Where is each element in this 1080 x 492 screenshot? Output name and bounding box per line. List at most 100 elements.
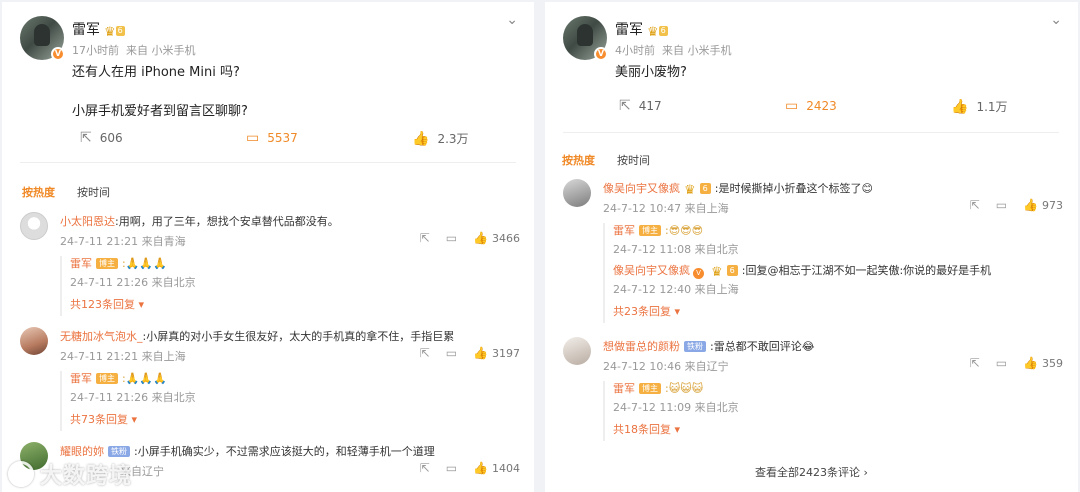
more-replies-link[interactable]: 共123条回复 ▾ [70,296,196,316]
comment-icon: ▭ [246,130,260,146]
share-icon[interactable]: ⇱ [420,346,430,360]
commenter-avatar[interactable] [20,212,48,240]
view-all-comments-link[interactable]: 查看全部2423条评论 › [545,464,1078,480]
comment-item: 像吴向宇又像疯 ♛ 6:是时候撕掉小折叠这个标签了😊 24-7-12 10:47 来… [563,179,1063,329]
more-replies-link[interactable]: 共23条回复 ▾ [613,303,991,323]
share-icon[interactable]: ⇱ [970,356,980,370]
reply-author[interactable]: 雷军 [70,257,92,270]
sort-tabs: 按热度 按时间 [22,184,110,200]
repost-button[interactable]: ⇱ 606 [80,130,123,146]
more-replies-link[interactable]: 共73条回复 ▾ [70,411,196,431]
commenter-avatar[interactable] [563,179,591,207]
chevron-down-icon[interactable]: ⌄ [1050,12,1062,28]
thumbs-up-icon[interactable]: 👍 [473,346,488,360]
comment-actions: ⇱ ▭ 👍 3197 [404,346,520,360]
commenter-name[interactable]: 像吴向宇又像疯 [603,182,680,195]
post-actions: ⇱ 606 ▭ 5537 👍 2.3万 [2,130,534,156]
comment-item: 小太阳恩达:用啊，用了三年，想找个安卓替代品都没有。 24-7-11 21:21… [20,212,520,322]
post-card-left: V 雷军 ♛ 6 17小时前 来自 小米手机 ⌄ 还有人在用 iPhone Mini… [2,2,534,492]
crown-icon: ♛ [104,25,116,40]
post-text-line-2: 小屏手机爱好者到留言区聊聊? [72,104,248,119]
like-button[interactable]: 👍 1.1万 [951,98,1008,115]
tab-sort-hot[interactable]: 按热度 [22,186,55,199]
post-meta: 17小时前 来自 小米手机 [72,44,196,57]
level-badge: 6 [726,265,738,276]
watermark: 大数跨境 [8,458,132,490]
post-text-line-1: 还有人在用 iPhone Mini 吗? [72,65,240,80]
reply-thread: 雷军 博主 :🙏🙏🙏 24-7-11 21:26 来自北京 共123条回复 ▾ [60,256,196,316]
post-card-right: V 雷军 ♛ 6 4小时前 来自 小米手机 ⌄ 美丽小废物? ⇱ 417 ▭ 2423 … [545,2,1078,492]
commenter-name[interactable]: 想做雷总的颜粉 [603,340,680,353]
share-icon[interactable]: ⇱ [420,461,430,475]
author-name[interactable]: 雷军 [72,22,100,38]
reply-icon[interactable]: ▭ [446,346,457,360]
commenter-name[interactable]: 耀眼的妳 [60,445,104,458]
commenter-name[interactable]: 无糖加冰气泡水_ [60,330,143,343]
verified-icon: V [51,47,65,61]
reply-icon[interactable]: ▭ [996,356,1007,370]
commenter-avatar[interactable] [20,327,48,355]
crown-icon: ♛ [647,25,659,40]
comment-actions: ⇱ ▭ 👍 1404 [404,461,520,475]
host-badge: 博主 [639,225,661,236]
comment-text: :小屏手机确实少，不过需求应该挺大的，和轻薄手机一个道理 [134,445,435,458]
comment-button[interactable]: ▭ 5537 [246,130,298,146]
reply-text: :🙏🙏🙏 [122,257,167,270]
author-name[interactable]: 雷军 [615,22,643,38]
reply-author[interactable]: 雷军 [70,372,92,385]
reply-meta: 24-7-12 11:09 来自北京 [613,401,739,414]
comment-likes: 359 [1042,356,1063,370]
host-badge: 博主 [96,258,118,269]
post-text-line-1: 美丽小废物? [615,65,687,80]
more-replies-link[interactable]: 共18条回复 ▾ [613,421,739,441]
verified-icon: V [693,268,704,279]
reply-text: :回复@相忘于江湖不如一起笑傲:你说的最好是手机 [741,264,992,277]
crown-icon: ♛ [684,183,696,198]
thumbs-up-icon[interactable]: 👍 [473,461,488,475]
comment-likes: 3197 [492,346,520,360]
post-actions: ⇱ 417 ▭ 2423 👍 1.1万 [545,98,1078,124]
tab-sort-time[interactable]: 按时间 [77,186,110,199]
reply-author[interactable]: 像吴向宇又像疯 [613,264,690,277]
repost-icon: ⇱ [80,130,92,146]
tab-sort-time[interactable]: 按时间 [617,154,650,167]
comment-item: 想做雷总的颜粉 铁粉:雷总都不敢回评论😂 24-7-12 10:46 来自辽宁 ⇱… [563,337,1063,447]
host-badge: 博主 [96,373,118,384]
post-header: V 雷军 ♛ 6 4小时前 来自 小米手机 [563,16,1043,62]
like-button[interactable]: 👍 2.3万 [412,130,469,147]
level-badge: 6 [699,183,711,194]
tab-sort-hot[interactable]: 按热度 [562,154,595,167]
fan-badge: 铁粉 [684,341,706,352]
comment-actions: ⇱ ▭ 👍 3466 [404,231,520,245]
commenter-avatar[interactable] [563,337,591,365]
thumbs-up-icon[interactable]: 👍 [473,231,488,245]
comment-actions: ⇱ ▭ 👍 359 [954,356,1063,370]
commenter-name[interactable]: 小太阳恩达 [60,215,115,228]
reply-icon[interactable]: ▭ [446,461,457,475]
reply-icon[interactable]: ▭ [446,231,457,245]
comment-button[interactable]: ▭ 2423 [785,98,837,114]
reply-thread: 雷军 博主:🙏🙏🙏 24-7-11 21:26 来自北京 共73条回复 ▾ [60,371,196,431]
comment-text: :是时候撕掉小折叠这个标签了😊 [714,182,873,195]
chevron-down-icon[interactable]: ⌄ [506,12,518,28]
comment-likes: 1404 [492,461,520,475]
comment-text: :小屏真的对小手女生很友好，太大的手机真的拿不住，手指巨累 [142,330,455,343]
comment-text: :用啊，用了三年，想找个安卓替代品都没有。 [115,215,339,228]
reply-author[interactable]: 雷军 [613,224,635,237]
sort-tabs: 按热度 按时间 [562,152,650,168]
thumbs-up-icon: 👍 [951,98,969,115]
reply-author[interactable]: 雷军 [613,382,635,395]
share-icon[interactable]: ⇱ [420,231,430,245]
reply-text: :😺😺😺 [665,382,704,395]
thumbs-up-icon[interactable]: 👍 [1023,356,1038,370]
fan-badge: 铁粉 [108,446,130,457]
host-badge: 博主 [639,383,661,394]
reply-icon[interactable]: ▭ [996,198,1007,212]
thumbs-up-icon[interactable]: 👍 [1023,198,1038,212]
reply-meta: 24-7-11 21:26 来自北京 [70,276,196,289]
repost-button[interactable]: ⇱ 417 [619,98,662,114]
reply-thread: 雷军 博主 :😺😺😺 24-7-12 11:09 来自北京 共18条回复 ▾ [603,381,739,441]
comment-icon: ▭ [785,98,799,114]
share-icon[interactable]: ⇱ [970,198,980,212]
thumbs-up-icon: 👍 [412,130,430,147]
